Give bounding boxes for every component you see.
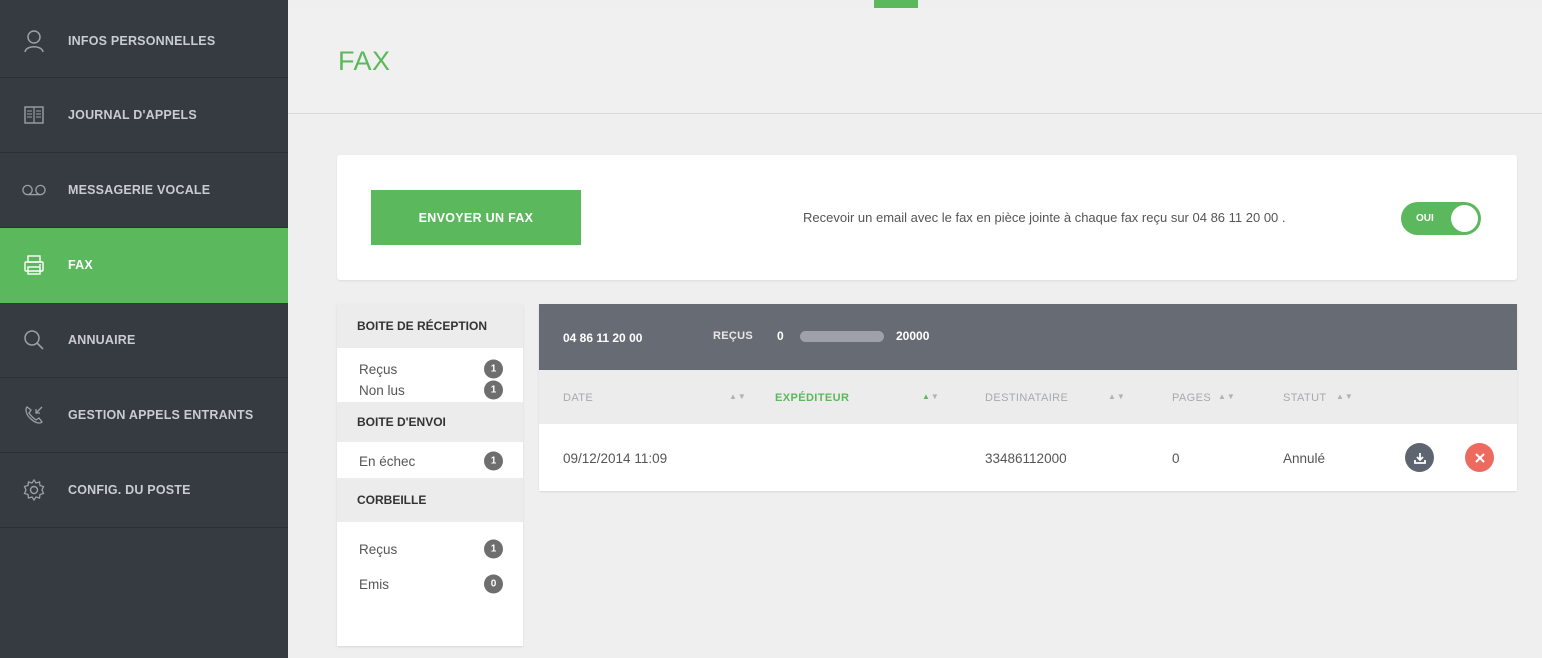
fax-actions-panel: ENVOYER UN FAX Recevoir un email avec le… bbox=[337, 155, 1517, 280]
folder-label: Reçus bbox=[359, 361, 398, 377]
user-icon bbox=[22, 29, 46, 53]
send-fax-button[interactable]: ENVOYER UN FAX bbox=[371, 190, 581, 245]
received-label: REÇUS bbox=[713, 330, 754, 342]
sidebar-item-gestion-appels-entrants[interactable]: GESTION APPELS ENTRANTS bbox=[0, 378, 288, 453]
count-badge: 0 bbox=[484, 574, 503, 594]
book-icon bbox=[22, 103, 46, 127]
search-icon bbox=[22, 328, 46, 352]
close-icon bbox=[1474, 452, 1485, 463]
folder-label: Non lus bbox=[359, 382, 405, 398]
fax-table-header: 04 86 11 20 00 REÇUS 0 20000 bbox=[539, 304, 1517, 370]
sidebar-item-journal-appels[interactable]: JOURNAL D'APPELS bbox=[0, 78, 288, 153]
folder-trash-received[interactable]: Reçus 1 bbox=[337, 532, 523, 566]
toggle-knob bbox=[1451, 205, 1478, 232]
fax-folders: BOITE DE RÉCEPTION Reçus 1 Non lus 1 BOI… bbox=[337, 304, 523, 646]
sidebar-item-config-du-poste[interactable]: CONFIG. DU POSTE bbox=[0, 453, 288, 528]
download-button[interactable] bbox=[1405, 443, 1434, 472]
column-date[interactable]: DATE bbox=[563, 392, 593, 404]
printer-icon bbox=[22, 253, 46, 277]
column-headers: DATE ▲▼ EXPÉDITEUR ▲▼ DESTINATAIRE ▲▼ PA… bbox=[539, 370, 1517, 424]
sidebar-item-label: INFOS PERSONNELLES bbox=[68, 33, 216, 48]
fax-table: 04 86 11 20 00 REÇUS 0 20000 DATE ▲▼ EXP… bbox=[539, 304, 1517, 491]
fax-number: 04 86 11 20 00 bbox=[563, 331, 643, 345]
sidebar: INFOS PERSONNELLES JOURNAL D'APPELS MESS… bbox=[0, 0, 288, 658]
toggle-label: OUI bbox=[1416, 213, 1434, 224]
table-row[interactable]: 09/12/2014 11:09 33486112000 0 Annulé bbox=[539, 424, 1517, 491]
count-badge: 1 bbox=[484, 380, 503, 400]
count-badge: 1 bbox=[484, 359, 503, 379]
sort-date-icon[interactable]: ▲▼ bbox=[729, 392, 747, 401]
sidebar-item-label: ANNUAIRE bbox=[68, 333, 136, 347]
sidebar-item-infos-personnelles[interactable]: INFOS PERSONNELLES bbox=[0, 4, 288, 78]
folder-label: Reçus bbox=[359, 541, 398, 557]
folder-heading-trash: CORBEILLE bbox=[337, 478, 523, 522]
sidebar-item-label: GESTION APPELS ENTRANTS bbox=[68, 408, 254, 422]
quota-progress-bar bbox=[800, 331, 884, 342]
folder-inbox-unread[interactable]: Non lus 1 bbox=[337, 378, 523, 402]
sidebar-item-label: CONFIG. DU POSTE bbox=[68, 483, 191, 497]
sidebar-item-fax[interactable]: FAX bbox=[0, 228, 288, 303]
sort-sender-icon[interactable]: ▲▼ bbox=[922, 392, 940, 401]
folder-label: En échec bbox=[359, 453, 416, 469]
email-forward-toggle[interactable]: OUI bbox=[1401, 202, 1481, 235]
column-recipient[interactable]: DESTINATAIRE bbox=[985, 392, 1068, 404]
quota-min: 0 bbox=[777, 329, 784, 343]
sort-recipient-icon[interactable]: ▲▼ bbox=[1108, 392, 1126, 401]
column-status[interactable]: STATUT bbox=[1283, 392, 1327, 404]
sidebar-item-label: MESSAGERIE VOCALE bbox=[68, 183, 211, 197]
folder-trash-sent[interactable]: Emis 0 bbox=[337, 566, 523, 602]
cell-pages: 0 bbox=[1172, 451, 1180, 466]
count-badge: 1 bbox=[484, 451, 503, 471]
column-pages[interactable]: PAGES bbox=[1172, 392, 1211, 404]
gear-icon bbox=[22, 478, 46, 502]
sort-pages-icon[interactable]: ▲▼ bbox=[1218, 392, 1236, 401]
sidebar-item-annuaire[interactable]: ANNUAIRE bbox=[0, 303, 288, 378]
folder-outbox-failed[interactable]: En échec 1 bbox=[337, 446, 523, 476]
count-badge: 1 bbox=[484, 539, 503, 559]
cell-date: 09/12/2014 11:09 bbox=[563, 451, 668, 466]
cell-status: Annulé bbox=[1283, 451, 1326, 466]
email-forward-text: Recevoir un email avec le fax en pièce j… bbox=[803, 210, 1286, 225]
page-header: FAX bbox=[288, 8, 1542, 114]
page-title: FAX bbox=[338, 46, 391, 76]
incoming-call-icon bbox=[22, 403, 46, 427]
folder-label: Emis bbox=[359, 576, 389, 592]
top-accent-bar bbox=[874, 0, 918, 8]
sidebar-item-messagerie-vocale[interactable]: MESSAGERIE VOCALE bbox=[0, 153, 288, 228]
folder-heading-inbox: BOITE DE RÉCEPTION bbox=[337, 304, 523, 348]
cell-recipient: 33486112000 bbox=[985, 451, 1067, 466]
quota-max: 20000 bbox=[896, 329, 930, 343]
sidebar-item-label: JOURNAL D'APPELS bbox=[68, 108, 197, 122]
delete-button[interactable] bbox=[1465, 443, 1494, 472]
folder-heading-outbox: BOITE D'ENVOI bbox=[337, 402, 523, 442]
column-sender[interactable]: EXPÉDITEUR bbox=[775, 392, 849, 404]
sort-status-icon[interactable]: ▲▼ bbox=[1336, 392, 1354, 401]
voicemail-icon bbox=[22, 178, 46, 202]
sidebar-item-label: FAX bbox=[68, 258, 93, 272]
download-icon bbox=[1413, 452, 1426, 464]
